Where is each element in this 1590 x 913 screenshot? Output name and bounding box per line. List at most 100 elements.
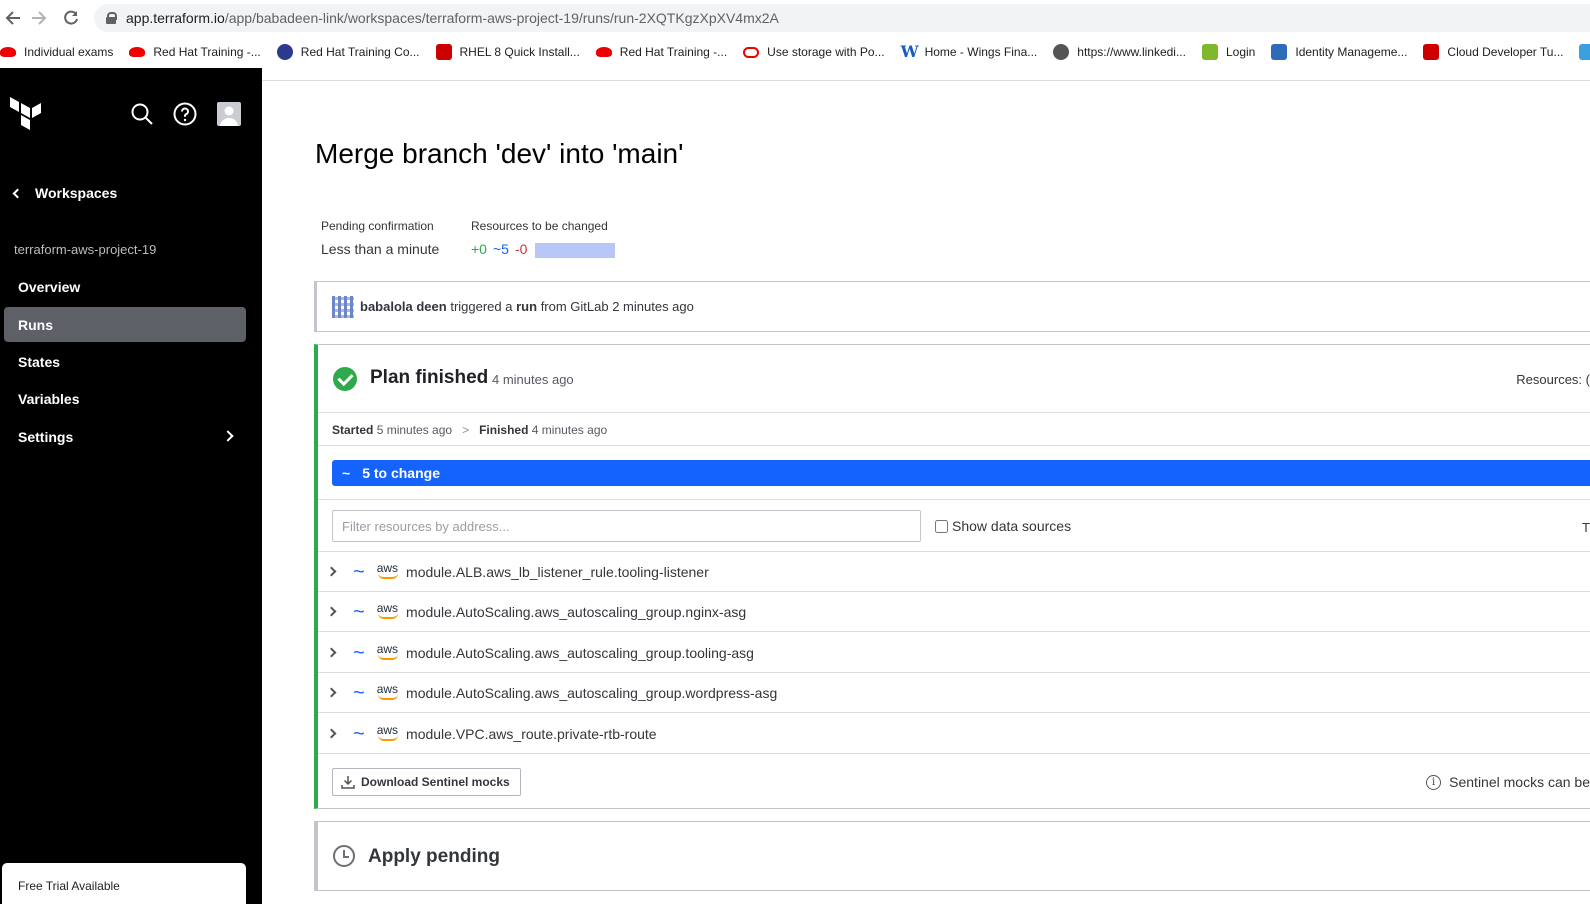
resource-address: module.ALB.aws_lb_listener_rule.tooling-… bbox=[406, 563, 709, 580]
download-label: Download Sentinel mocks bbox=[361, 775, 510, 789]
bookmark-label: Cloud Developer Tu... bbox=[1447, 45, 1564, 59]
plan-title: Plan finished bbox=[370, 367, 489, 388]
chevron-right-icon[interactable] bbox=[326, 687, 337, 698]
bookmark[interactable]: Red Hat Training -... bbox=[129, 45, 261, 59]
page-title: Merge branch 'dev' into 'main' bbox=[315, 138, 684, 169]
bookmark[interactable]: Red Hat Training -... bbox=[595, 45, 727, 59]
download-icon bbox=[341, 776, 355, 789]
sidebar-item-variables[interactable]: Variables bbox=[4, 381, 246, 416]
bookmark[interactable]: W Home - Wings Fina... bbox=[901, 44, 1038, 60]
check-circle-icon bbox=[333, 367, 357, 391]
resource-address: module.AutoScaling.aws_autoscaling_group… bbox=[406, 684, 778, 701]
sidebar-item-label: Runs bbox=[18, 316, 53, 333]
globe-icon bbox=[1053, 44, 1070, 60]
chevron-right-icon[interactable] bbox=[326, 606, 337, 617]
plan-timeline: Started 5 minutes ago > Finished 4 minutes… bbox=[332, 423, 607, 437]
redhat-icon bbox=[129, 47, 146, 57]
finished-time: 4 minutes ago bbox=[531, 423, 608, 437]
sidebar-item-label: Overview bbox=[18, 278, 81, 295]
bookmark[interactable]: Individual exams bbox=[0, 45, 113, 59]
tilde-icon: ~ bbox=[342, 465, 351, 481]
chevron-left-icon bbox=[12, 188, 23, 198]
back-arrow-icon[interactable] bbox=[0, 5, 26, 31]
bookmark[interactable]: Red Hat Training Co... bbox=[276, 44, 420, 60]
sidebar: Workspaces terraform-aws-project-19 Over… bbox=[0, 68, 262, 913]
chevron-right-icon: > bbox=[462, 423, 470, 437]
reload-icon[interactable] bbox=[58, 5, 84, 31]
redhat-icon bbox=[595, 47, 612, 57]
trigger-text: triggered a bbox=[450, 299, 513, 314]
bookmark[interactable]: Login bbox=[1201, 44, 1256, 60]
chevron-right-icon[interactable] bbox=[326, 647, 337, 658]
resources-label: Resources to be changed bbox=[471, 219, 608, 233]
bookmark[interactable]: Identity Manageme... bbox=[1271, 44, 1407, 60]
filter-resources-input[interactable] bbox=[332, 510, 921, 542]
truncated-control[interactable]: T bbox=[1582, 520, 1590, 535]
started-label: Started bbox=[332, 423, 374, 437]
trigger-source: from GitLab 2 minutes ago bbox=[540, 299, 694, 314]
started-time: 5 minutes ago bbox=[376, 423, 453, 437]
address-bar[interactable]: app.terraform.io/app/babadeen-link/works… bbox=[94, 4, 1590, 32]
trigger-card: babalola deen triggered a run from GitLa… bbox=[314, 281, 1590, 332]
avatar bbox=[332, 295, 354, 318]
plan-header[interactable]: Plan finished 4 minutes ago Resources: ( bbox=[318, 345, 1590, 413]
workspace-name: terraform-aws-project-19 bbox=[14, 242, 157, 257]
sidebar-item-label: States bbox=[18, 353, 61, 370]
bookmark-label: Identity Manageme... bbox=[1295, 45, 1408, 59]
bookmark[interactable]: https://www.linkedi... bbox=[1053, 44, 1186, 60]
back-to-workspaces[interactable]: Workspaces bbox=[12, 185, 117, 201]
sidebar-item-states[interactable]: States bbox=[4, 344, 246, 379]
destroy-count: -0 bbox=[514, 241, 528, 257]
bookmark[interactable]: Cloud Developer Tu... bbox=[1423, 44, 1563, 60]
bookmark-label: Login bbox=[1225, 45, 1256, 59]
change-tilde-icon: ~ bbox=[353, 722, 365, 745]
change-tilde-icon: ~ bbox=[353, 681, 365, 704]
chevron-right-icon[interactable] bbox=[326, 566, 337, 577]
trigger-user[interactable]: babalola deen bbox=[360, 299, 447, 314]
status-value: Less than a minute bbox=[321, 241, 440, 257]
chevron-right-icon bbox=[222, 430, 234, 442]
wings-icon: W bbox=[900, 42, 919, 61]
show-data-sources-label: Show data sources bbox=[952, 518, 1072, 534]
free-trial-banner[interactable]: Free Trial Available bbox=[2, 863, 246, 913]
user-avatar-icon[interactable] bbox=[217, 102, 241, 126]
bookmark[interactable]: Use storage with Po... bbox=[743, 45, 885, 59]
bookmark-label: Red Hat Training -... bbox=[153, 45, 261, 59]
resource-address: module.AutoScaling.aws_autoscaling_group… bbox=[406, 644, 754, 661]
resource-row[interactable]: ~ aws module.VPC.aws_route.private-rtb-rou… bbox=[318, 714, 1590, 754]
show-data-sources-checkbox[interactable] bbox=[935, 519, 948, 533]
resource-row[interactable]: ~ aws module.AutoScaling.aws_autoscaling_g… bbox=[318, 673, 1590, 713]
sidebar-item-runs[interactable]: Runs bbox=[4, 307, 246, 342]
change-tilde-icon: ~ bbox=[353, 560, 365, 583]
finished-label: Finished bbox=[479, 423, 529, 437]
resource-row[interactable]: ~ aws module.AutoScaling.aws_autoscaling_g… bbox=[318, 633, 1590, 673]
apply-card[interactable]: Apply pending bbox=[314, 821, 1590, 891]
aws-logo-icon: aws bbox=[376, 681, 399, 700]
clock-icon bbox=[333, 845, 355, 867]
sentinel-mocks-text: Sentinel mocks can be bbox=[1449, 774, 1590, 790]
change-bar-graphic bbox=[535, 242, 616, 258]
url-host: app.terraform.io bbox=[126, 10, 225, 26]
change-summary-bar[interactable]: ~5 to change bbox=[332, 460, 1590, 486]
training-icon bbox=[276, 44, 293, 60]
chevron-right-icon[interactable] bbox=[326, 728, 337, 739]
bookmark-label: RHEL 8 Quick Install... bbox=[459, 45, 580, 59]
aws-logo-icon: aws bbox=[376, 600, 399, 619]
free-trial-label: Free Trial Available bbox=[18, 879, 120, 893]
resource-row[interactable]: ~ aws module.AutoScaling.aws_autoscaling_g… bbox=[318, 592, 1590, 632]
oracle-icon bbox=[743, 46, 760, 58]
terraform-logo-icon[interactable] bbox=[10, 97, 42, 131]
plan-time: 4 minutes ago bbox=[492, 372, 574, 387]
forward-arrow-icon[interactable] bbox=[26, 5, 52, 31]
divider bbox=[318, 445, 1590, 446]
bookmark[interactable]: RHEL 8 Quick Install... bbox=[435, 44, 580, 60]
download-sentinel-mocks-button[interactable]: Download Sentinel mocks bbox=[332, 768, 521, 796]
sidebar-item-overview[interactable]: Overview bbox=[4, 269, 246, 304]
sidebar-item-label: Settings bbox=[18, 428, 74, 445]
resource-row[interactable]: ~ aws module.ALB.aws_lb_listener_rule.tool… bbox=[318, 552, 1590, 592]
help-icon[interactable] bbox=[173, 102, 197, 126]
sidebar-item-settings[interactable]: Settings bbox=[4, 419, 246, 454]
show-data-sources-toggle[interactable]: Show data sources bbox=[935, 518, 1071, 534]
search-icon[interactable] bbox=[130, 102, 154, 126]
bookmark[interactable]: W bbox=[1579, 44, 1590, 60]
